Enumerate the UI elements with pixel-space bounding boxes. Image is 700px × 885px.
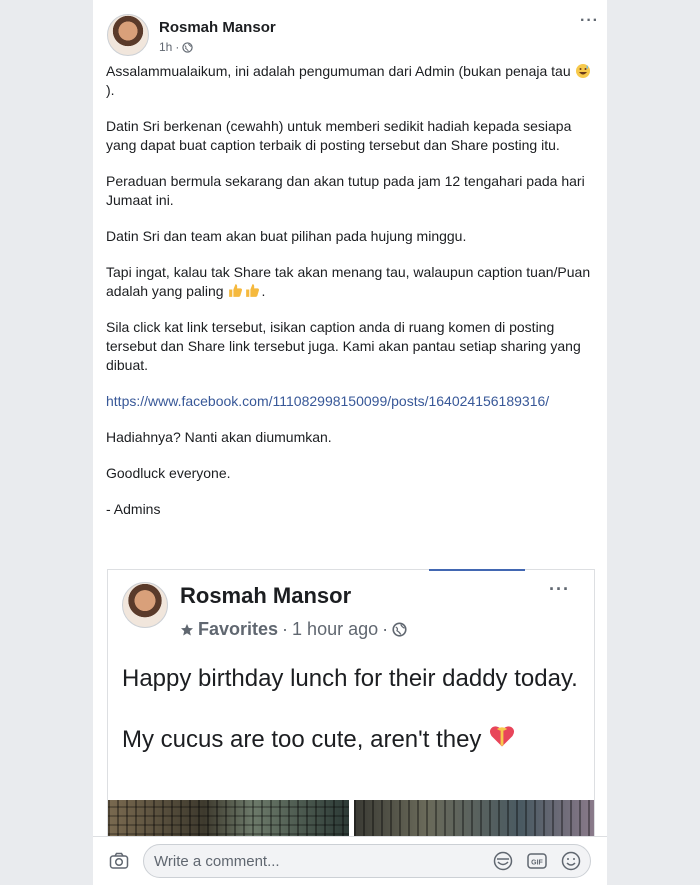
shared-line: Happy birthday lunch for their daddy tod… <box>122 665 578 692</box>
shared-post-meta: Favorites · 1 hour ago · <box>180 619 407 640</box>
comment-bar: Write a comment... GIF <box>93 836 607 885</box>
post-paragraph: Peraduan bermula sekarang dan akan tutup… <box>106 173 585 208</box>
emoji-icon[interactable] <box>560 850 582 872</box>
shared-author-avatar <box>122 582 168 628</box>
favorites-label: Favorites <box>198 619 279 639</box>
post-paragraph: Assalammualaikum, ini adalah pengumuman … <box>106 62 596 100</box>
heart-gift-emoji-icon <box>490 726 515 747</box>
shared-post-time: 1 hour ago <box>292 619 379 639</box>
meta-separator: · <box>382 619 389 639</box>
header-text: Rosmah Mansor 1h · <box>159 19 276 54</box>
thumbs-up-emoji-icon <box>229 284 243 297</box>
comment-placeholder: Write a comment... <box>154 853 280 870</box>
comment-input[interactable]: Write a comment... GIF <box>143 844 591 878</box>
gif-icon[interactable]: GIF <box>526 850 548 872</box>
post-paragraph: Tapi ingat, kalau tak Share tak akan men… <box>106 263 596 301</box>
thumbs-up-emoji-icon <box>246 284 260 297</box>
globe-icon <box>392 622 407 637</box>
more-options-button[interactable]: ··· <box>580 12 599 30</box>
shared-line-text: My cucus are too cute, aren't they <box>122 726 489 753</box>
paragraph-text: Assalammualaikum, ini adalah pengumuman … <box>106 63 575 79</box>
author-avatar[interactable] <box>107 14 149 56</box>
post-paragraph: Datin Sri berkenan (cewahh) untuk member… <box>106 118 572 153</box>
post-paragraph: Datin Sri dan team akan buat pilihan pad… <box>106 228 467 244</box>
shared-post-screenshot[interactable]: Rosmah Mansor Favorites · 1 hour ago · ·… <box>107 569 595 844</box>
grinning-sweat-emoji-icon <box>575 64 590 78</box>
svg-text:GIF: GIF <box>531 860 543 867</box>
shared-more-icon: ··· <box>549 579 570 599</box>
post-paragraph: - Admins <box>106 501 161 517</box>
shared-top-accent <box>429 569 525 571</box>
post-paragraph: Hadiahnya? Nanti akan diumumkan. <box>106 429 332 445</box>
shared-post-text: Happy birthday lunch for their daddy tod… <box>122 663 582 783</box>
shared-author-name: Rosmah Mansor <box>180 583 352 608</box>
star-icon <box>181 623 193 635</box>
post-time[interactable]: 1h <box>159 40 172 54</box>
camera-icon[interactable] <box>109 851 129 871</box>
meta-separator: · <box>282 619 289 639</box>
post-body: Assalammualaikum, ini adalah pengumuman … <box>106 62 596 536</box>
paragraph-end: . <box>261 283 266 299</box>
paragraph-end: ). <box>106 82 115 98</box>
post-header: Rosmah Mansor 1h · <box>107 14 276 56</box>
post-card: Rosmah Mansor 1h · ··· Assalammualaikum,… <box>93 0 607 885</box>
sticker-icon[interactable] <box>492 850 514 872</box>
meta-separator: · <box>175 40 180 54</box>
globe-icon <box>182 41 194 53</box>
post-link[interactable]: https://www.facebook.com/111082998150099… <box>106 393 549 409</box>
post-meta: 1h · <box>159 40 276 54</box>
shared-line: My cucus are too cute, aren't they <box>122 722 582 755</box>
post-paragraph: https://www.facebook.com/111082998150099… <box>106 392 596 411</box>
post-paragraph: Goodluck everyone. <box>106 465 231 481</box>
comment-tools: GIF <box>492 850 582 872</box>
post-paragraph: Sila click kat link tersebut, isikan cap… <box>106 319 581 373</box>
paragraph-text: Tapi ingat, kalau tak Share tak akan men… <box>106 264 591 299</box>
author-name[interactable]: Rosmah Mansor <box>159 19 276 36</box>
